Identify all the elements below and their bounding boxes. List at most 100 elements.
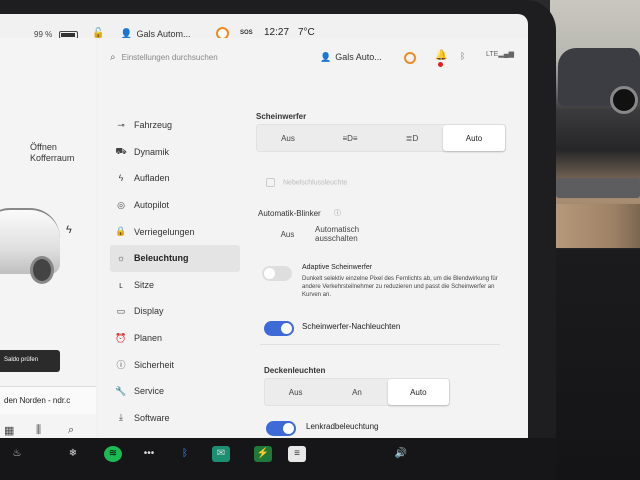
auto-signal-selector: Aus Automatisch ausschalten xyxy=(260,220,370,248)
saldo-label: Saldo prüfen xyxy=(4,357,39,363)
menu-item-label: Verriegelungen xyxy=(134,226,195,237)
settings-menu: ⊸ Fahrzeug ⛟ Dynamik ϟ Aufladen ◎ Autopilot 🔒 Ver… xyxy=(110,112,240,438)
toggle-icon: ⊸ xyxy=(117,119,125,130)
fog-lights-label: Nebelschlussleuchte xyxy=(283,179,348,187)
seat-icon: ʟ xyxy=(119,279,123,290)
auto-signal-title: Automatik-Blinker xyxy=(258,209,321,218)
headlights-title: Scheinwerfer xyxy=(256,112,307,121)
menu-item-label: Service xyxy=(134,386,165,397)
menu-item-display[interactable]: ▭ Display xyxy=(110,298,240,325)
saldo-button[interactable]: Saldo prüfen xyxy=(0,350,60,372)
sos-indicator: SOS xyxy=(240,30,253,36)
menu-item-label: Software xyxy=(134,412,170,423)
adaptive-headlights-desc: Dunkelt selektiv einzelne Pixel des Fern… xyxy=(302,276,498,298)
more-apps-icon[interactable]: ••• xyxy=(140,446,158,462)
alarm-icon: ⏰ xyxy=(115,332,127,343)
spotify-icon[interactable]: ≋ xyxy=(104,446,122,462)
menu-item-label: Autopilot xyxy=(134,200,170,211)
headlights-option-0[interactable]: Aus xyxy=(257,125,319,151)
menu-item-navigation[interactable]: ▲Navigation xyxy=(110,431,240,438)
lte-signal-icon: LTE▂▄▆ xyxy=(486,51,515,58)
steering-light-toggle[interactable] xyxy=(266,421,296,436)
bluetooth-app-icon[interactable]: ᛒ xyxy=(176,446,194,462)
taskbar: ♨ ❄ ≋ ••• ᛒ ✉ ⚡ ≡ 🔊 xyxy=(0,438,556,480)
user-icon: 👤 xyxy=(320,52,332,62)
air-vent xyxy=(556,178,640,198)
menu-item-software[interactable]: ⤓ Software xyxy=(110,405,240,432)
profile-name: Gals Auto... xyxy=(335,52,382,62)
steering-light-label: Lenkradbeleuchtung xyxy=(306,422,379,431)
open-trunk-button[interactable]: Öffnen Kofferraum xyxy=(30,142,74,164)
auto-signal-option-0[interactable]: Aus xyxy=(260,220,315,248)
now-playing-text: den Norden - ndr.c xyxy=(4,396,71,405)
ceiling-lights-title: Deckenleuchten xyxy=(264,366,326,375)
fog-lights-checkbox[interactable] xyxy=(266,178,275,187)
volume-icon[interactable]: 🔊 xyxy=(392,446,410,462)
menu-item-dynamik[interactable]: ⛟ Dynamik xyxy=(110,139,240,166)
menu-item-sicherheit[interactable]: ⓘ Sicherheit xyxy=(110,351,240,378)
headlights-selector: Aus ≡D≡ ≣D Auto xyxy=(256,124,506,152)
menu-item-autopilot[interactable]: ◎ Autopilot xyxy=(110,192,240,219)
messages-icon[interactable]: ✉ xyxy=(212,446,230,462)
search-placeholder: Einstellungen durchsuchen xyxy=(121,53,218,62)
search-icon[interactable]: ⌕ xyxy=(68,424,74,437)
menu-item-planen[interactable]: ⏰ Planen xyxy=(110,325,240,352)
menu-item-service[interactable]: 🔧 Service xyxy=(110,378,240,405)
menu-item-label: Fahrzeug xyxy=(134,120,173,131)
open-trunk-label: Öffnen Kofferraum xyxy=(30,142,75,163)
bell-icon[interactable]: 🔔 xyxy=(435,50,447,67)
charging-stats-icon[interactable]: ⚡ xyxy=(254,446,272,462)
headlight-afterglow-label: Scheinwerfer-Nachleuchten xyxy=(302,322,401,331)
info-icon: ⓘ xyxy=(116,360,126,371)
profile-button[interactable]: 👤 Gals Auto... xyxy=(320,52,382,63)
bluetooth-icon[interactable]: ᛒ xyxy=(460,51,465,61)
menu-item-label: Sitze xyxy=(134,279,155,290)
menu-item-beleuchtung[interactable]: ☼ Beleuchtung xyxy=(110,244,240,272)
ceiling-lights-option-2[interactable]: Auto xyxy=(387,379,449,405)
auto-signal-option-1[interactable]: Automatisch ausschalten xyxy=(315,220,370,248)
sentry-icon[interactable] xyxy=(404,52,416,64)
adaptive-headlights-title: Adaptive Scheinwerfer xyxy=(302,264,373,271)
menu-item-aufladen[interactable]: ϟ Aufladen xyxy=(110,165,240,192)
notes-icon[interactable]: ≡ xyxy=(288,446,306,462)
parked-car-outside xyxy=(558,48,640,114)
headlights-option-1[interactable]: ≡D≡ xyxy=(319,125,381,151)
equalizer-icon[interactable]: ⫼ xyxy=(36,424,41,437)
charge-port-icon[interactable]: ϟ xyxy=(66,224,72,236)
display-icon: ▭ xyxy=(116,305,126,316)
menu-item-sitze[interactable]: ʟ Sitze xyxy=(110,272,240,299)
seat-heater-icon[interactable]: ♨ xyxy=(8,446,26,462)
menu-item-label: Sicherheit xyxy=(134,359,175,370)
steering-wheel-icon: ◎ xyxy=(117,199,125,210)
car-wheel xyxy=(30,256,54,284)
bolt-icon: ϟ xyxy=(118,173,124,184)
adaptive-headlights-toggle[interactable] xyxy=(262,266,292,281)
outside-temperature: 7°C xyxy=(298,27,315,38)
menu-item-verriegelungen[interactable]: 🔒 Verriegelungen xyxy=(110,218,240,245)
menu-item-label: Aufladen xyxy=(134,173,170,184)
wood-trim xyxy=(550,204,640,248)
defrost-icon[interactable]: ❄ xyxy=(64,446,82,462)
headlights-option-2[interactable]: ≣D xyxy=(381,125,443,151)
fog-lights-option[interactable]: Nebelschlussleuchte xyxy=(266,178,347,187)
menu-item-label: Planen xyxy=(134,333,163,344)
headlight-afterglow-toggle[interactable] xyxy=(264,321,294,336)
clock: 12:27 xyxy=(264,27,290,38)
settings-panel: ⌕ Einstellungen durchsuchen 👤 Gals Auto...… xyxy=(98,38,528,438)
ceiling-lights-option-1[interactable]: An xyxy=(326,379,387,405)
menu-item-label: Dynamik xyxy=(134,146,170,157)
sun-icon: ☼ xyxy=(116,253,126,264)
screen-bezel: 99 % 🔓 👤 Gals Autom... SOS 12:27 7°C Öffn… xyxy=(0,0,556,480)
settings-search[interactable]: ⌕ Einstellungen durchsuchen xyxy=(110,52,218,63)
media-now-playing[interactable]: den Norden - ndr.c xyxy=(0,386,96,414)
info-icon[interactable]: ⓘ xyxy=(334,208,341,218)
wrench-icon: 🔧 xyxy=(115,385,127,396)
download-icon: ⤓ xyxy=(119,412,123,423)
menu-item-fahrzeug[interactable]: ⊸ Fahrzeug xyxy=(110,112,240,139)
ceiling-lights-selector: Aus An Auto xyxy=(264,378,450,406)
lock-icon: 🔒 xyxy=(115,226,127,237)
headlights-option-3[interactable]: Auto xyxy=(443,125,505,151)
grid-icon[interactable]: ▦ xyxy=(4,424,14,437)
ceiling-lights-option-0[interactable]: Aus xyxy=(265,379,326,405)
car-icon: ⛟ xyxy=(115,145,127,156)
